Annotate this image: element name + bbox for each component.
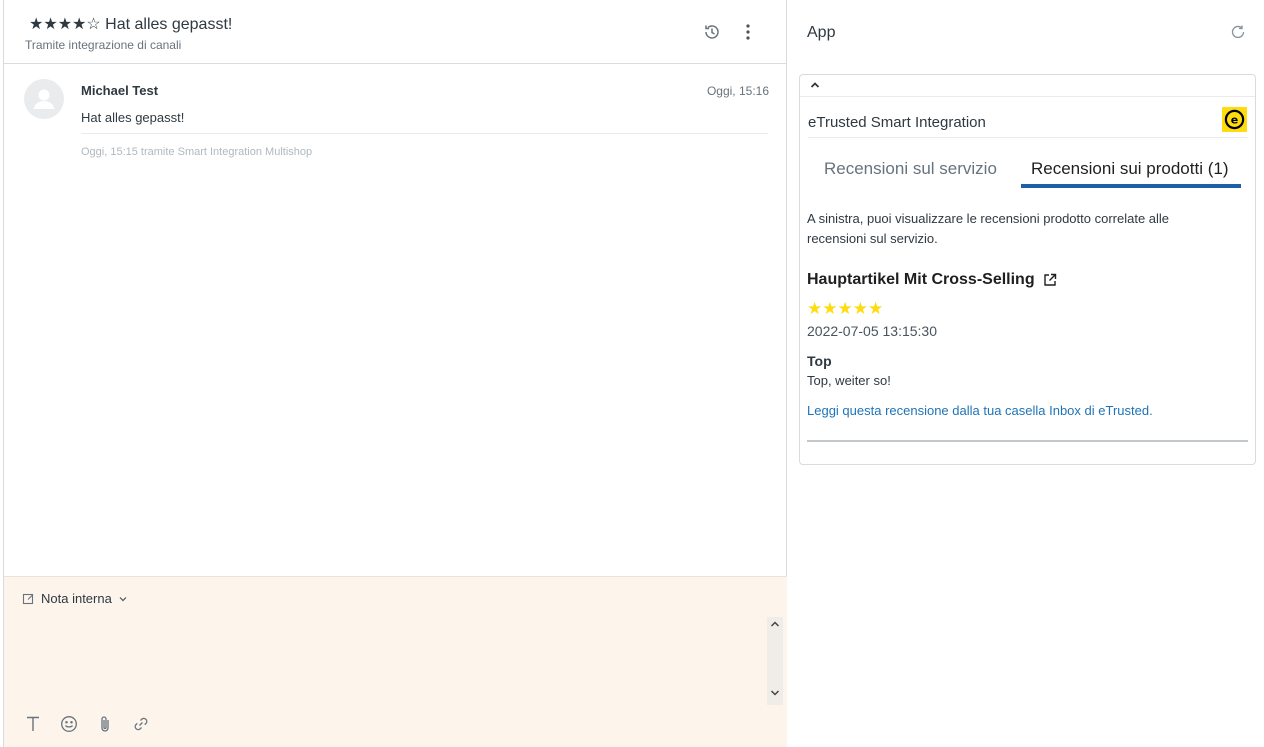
app-card: eTrusted Smart Integration e Recensioni …	[799, 74, 1256, 465]
intro-text: A sinistra, puoi visualizzare le recensi…	[807, 211, 1170, 246]
etrusted-logo-icon: e	[1224, 109, 1245, 130]
ticket-pane: ★★★★☆ Hat alles gepasst! Tramite integra…	[3, 0, 787, 747]
message-author[interactable]: Michael Test	[81, 83, 158, 98]
message-meta: Oggi, 15:15 tramite Smart Integration Mu…	[81, 146, 313, 158]
ticket-header: ★★★★☆ Hat alles gepasst! Tramite integra…	[4, 0, 787, 64]
product-title[interactable]: Hauptartikel Mit Cross-Selling	[807, 271, 1057, 289]
logo-letter: e	[1231, 114, 1238, 127]
link-icon[interactable]	[132, 715, 150, 733]
review-date: 2022-07-05 13:15:30	[807, 323, 937, 339]
user-icon	[33, 89, 55, 109]
more-vertical-icon[interactable]	[736, 20, 760, 44]
note-icon	[22, 593, 34, 605]
composer-scrollbar[interactable]	[767, 617, 783, 705]
note-type-label: Nota interna	[41, 591, 112, 606]
scroll-down-icon[interactable]	[769, 689, 781, 701]
text-format-icon[interactable]	[24, 715, 42, 733]
collapse-row	[800, 75, 1255, 97]
app-panel-title: App	[807, 24, 836, 41]
app-pane: App eTrusted Smart Integration e Recensi…	[788, 0, 1264, 747]
tab-product-reviews[interactable]: Recensioni sui prodotti (1)	[1031, 159, 1228, 179]
etrusted-logo: e	[1222, 107, 1247, 132]
product-name[interactable]: Hauptartikel Mit Cross-Selling	[807, 271, 1035, 289]
chevron-down-icon	[119, 596, 127, 601]
tab-service-reviews[interactable]: Recensioni sul servizio	[824, 159, 997, 179]
integration-name: eTrusted Smart Integration	[808, 114, 986, 131]
message-body: Hat alles gepasst!	[81, 110, 185, 125]
integration-divider	[808, 137, 1248, 138]
note-type-dropdown[interactable]: Nota interna	[22, 591, 128, 606]
external-link-icon[interactable]	[1043, 273, 1057, 287]
inbox-link[interactable]: Leggi questa recensione dalla tua casell…	[807, 403, 1153, 418]
rating-stars: ★★★★★	[807, 299, 884, 318]
review-text: Top, weiter so!	[807, 373, 891, 388]
message-divider	[81, 133, 768, 134]
review-title: Top	[807, 353, 832, 369]
message-time: Oggi, 15:16	[706, 84, 769, 98]
ticket-subtitle: Tramite integrazione di canali	[25, 38, 182, 52]
active-tab-indicator	[1021, 184, 1241, 188]
emoji-icon[interactable]	[60, 715, 78, 733]
chevron-up-icon[interactable]	[808, 78, 822, 92]
ticket-title: ★★★★☆ Hat alles gepasst!	[29, 16, 233, 33]
composer: Nota interna	[4, 576, 787, 747]
card-bottom-divider	[807, 440, 1248, 442]
scroll-up-icon[interactable]	[769, 620, 781, 632]
refresh-icon[interactable]	[1228, 22, 1248, 42]
composer-toolbar	[24, 715, 150, 733]
attachment-icon[interactable]	[96, 715, 114, 733]
history-icon[interactable]	[700, 20, 724, 44]
avatar	[24, 79, 64, 119]
